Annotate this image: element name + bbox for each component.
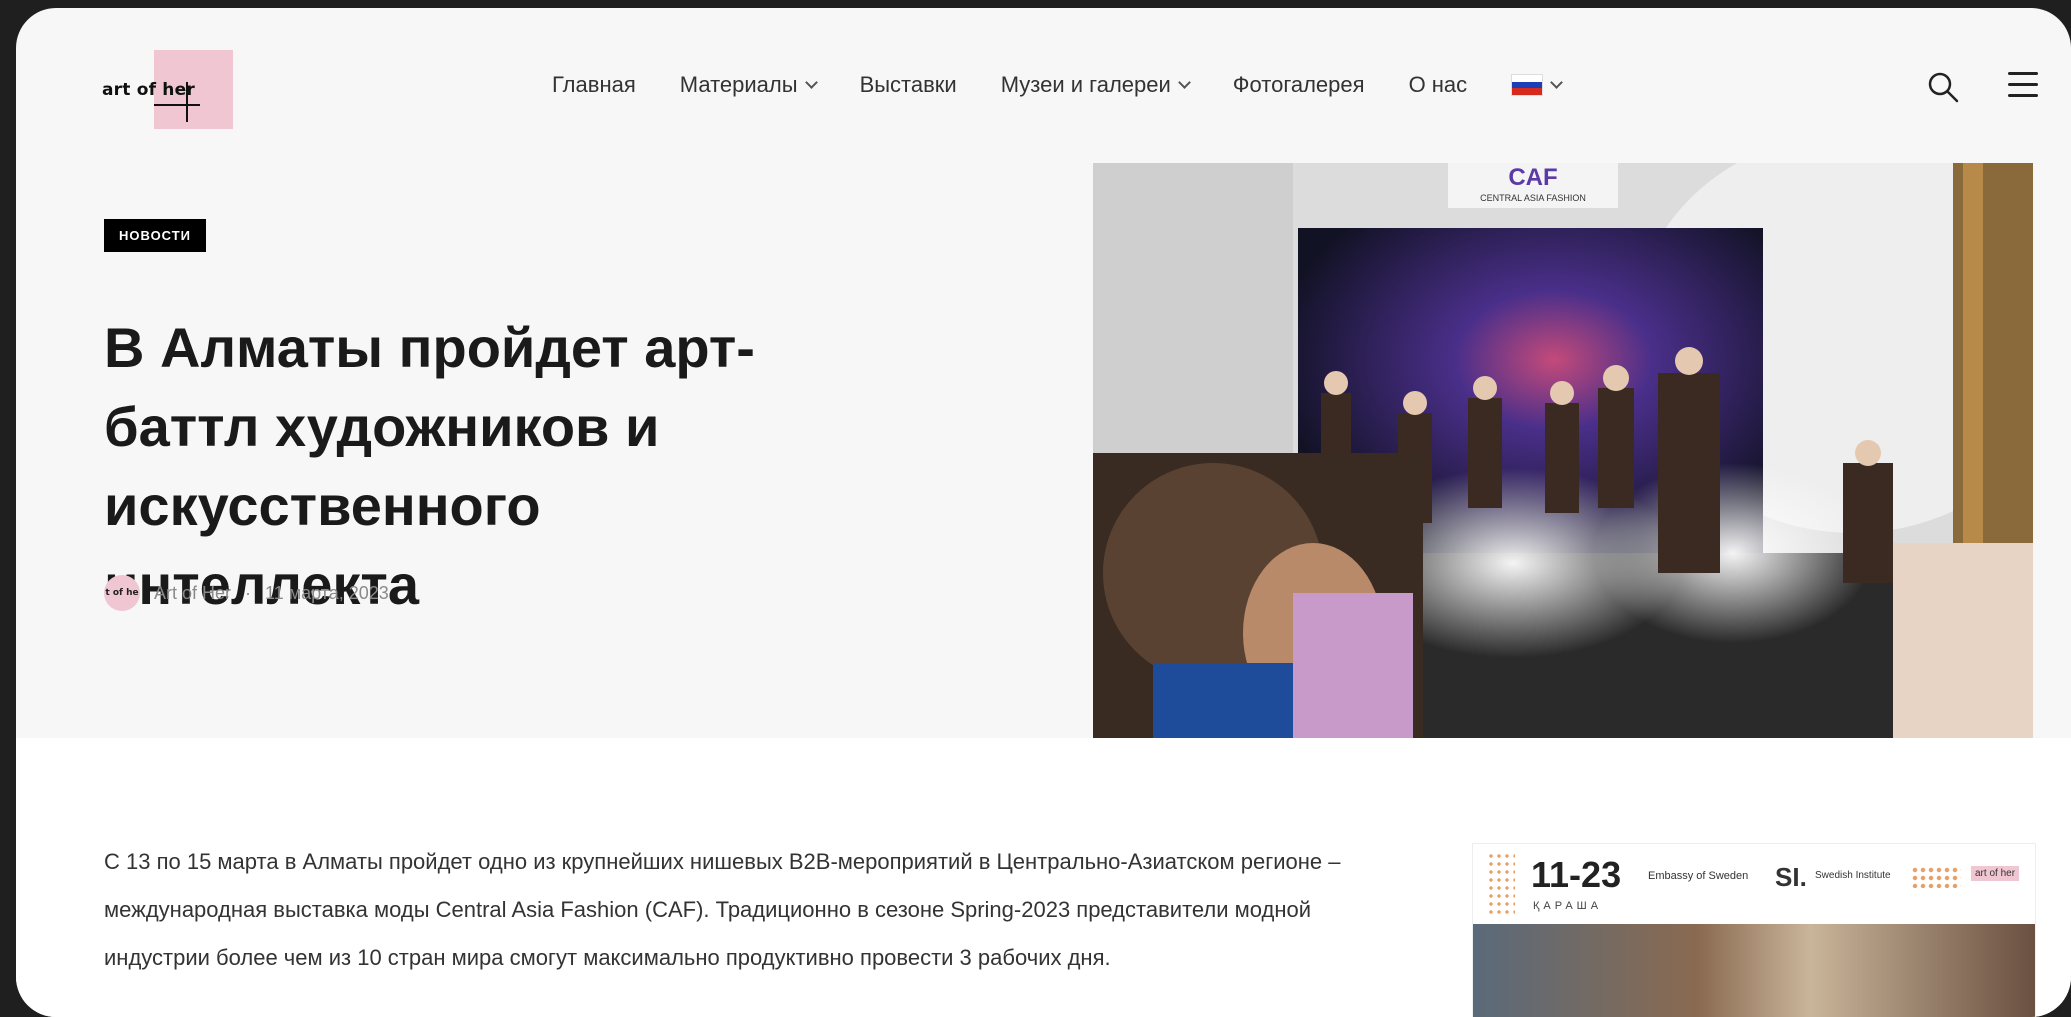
author-avatar[interactable]: t of he <box>104 575 140 611</box>
nav-item-exhibitions[interactable]: Выставки <box>860 72 957 98</box>
search-icon[interactable] <box>1926 70 1960 104</box>
nav-item-home[interactable]: Главная <box>552 72 636 98</box>
dots-pattern-icon <box>1487 852 1515 914</box>
partner-logo-si: Swedish Institute <box>1815 870 1891 881</box>
logo-text: art of her <box>102 80 195 100</box>
partner-logo-embassy: Embassy of Sweden <box>1648 870 1749 882</box>
content-area: С 13 по 15 марта в Алматы пройдет одно и… <box>16 738 2071 1017</box>
article-meta: t of he Art of Her · 11 марта, 2023 <box>104 575 389 611</box>
site-logo[interactable]: art of her <box>102 44 252 130</box>
banner-photo <box>1473 924 2035 1017</box>
category-badge[interactable]: НОВОСТИ <box>104 219 207 252</box>
partner-logo-dots-icon <box>1911 866 1961 888</box>
browser-window: art of her Главная Материалы Выставки Му… <box>16 8 2071 1017</box>
article-body: С 13 по 15 марта в Алматы пройдет одно и… <box>104 838 1404 982</box>
meta-separator: · <box>245 582 252 603</box>
chevron-down-icon <box>804 75 818 89</box>
nav-item-photogallery[interactable]: Фотогалерея <box>1233 72 1365 98</box>
partner-logo-artofher: art of her <box>1971 866 2020 881</box>
logo-line <box>154 104 200 106</box>
publish-date: 11 марта, 2023 <box>265 582 389 603</box>
banner-logo-text: CAF <box>1508 164 1557 191</box>
banner-month: ҚАРАША <box>1533 900 1603 912</box>
main-nav: Главная Материалы Выставки Музеи и галер… <box>552 72 1605 98</box>
nav-item-materials[interactable]: Материалы <box>680 72 818 98</box>
ru-flag-icon <box>1511 74 1544 96</box>
partner-logo-si-mark: SI. <box>1775 862 1807 892</box>
author-name[interactable]: Art of Her <box>154 583 231 604</box>
language-switcher[interactable] <box>1511 74 1564 96</box>
sidebar-banner[interactable]: 11-23 ҚАРАША Embassy of Sweden SI. Swedi… <box>1472 843 2036 1017</box>
hamburger-menu-icon[interactable] <box>2008 72 2038 102</box>
article-paragraph: С 13 по 15 марта в Алматы пройдет одно и… <box>104 849 1341 970</box>
site-header: art of her Главная Материалы Выставки Му… <box>16 8 2071 158</box>
chevron-down-icon <box>1177 75 1191 89</box>
banner-dates: 11-23 <box>1531 854 1622 895</box>
chevron-down-icon <box>1550 75 1564 89</box>
nav-item-museums[interactable]: Музеи и галереи <box>1001 72 1191 98</box>
nav-item-about[interactable]: О нас <box>1409 72 1468 98</box>
banner-text: CENTRAL ASIA FASHION <box>1480 193 1586 203</box>
hero-image: CAF CENTRAL ASIA FASHION <box>1093 163 2033 738</box>
